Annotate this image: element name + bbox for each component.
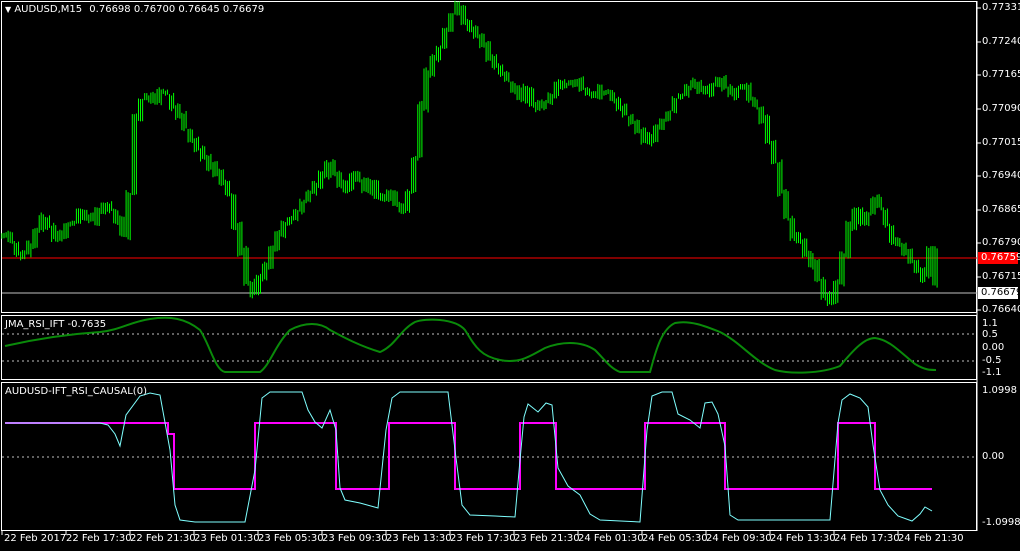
ift-rsi-label: AUDUSD-IFT_RSI_CAUSAL(0) — [5, 386, 147, 397]
main-pane-frame — [1, 1, 977, 313]
time-tick-label: 22 Feb 2017 — [4, 533, 67, 544]
price-tick-label: 0.76640 — [982, 304, 1020, 315]
price-tick-label: 0.77015 — [982, 137, 1020, 148]
price-tick-label: 0.77240 — [982, 36, 1020, 47]
red-line-price-tag: 0.76759 — [978, 252, 1020, 264]
dropdown-arrow-icon[interactable]: ▼ — [5, 5, 11, 14]
price-axis-ticks — [977, 7, 981, 311]
ift-level-label: 0.00 — [982, 451, 1005, 462]
symbol-label: AUDUSD,M15 — [14, 4, 83, 15]
time-tick-label: 24 Feb 17:30 — [834, 533, 900, 544]
price-tick-label: 0.77165 — [982, 69, 1020, 80]
ohlc-label: 0.76698 0.76700 0.76645 0.76679 — [89, 4, 265, 15]
time-tick-label: 24 Feb 21:30 — [898, 533, 964, 544]
time-tick-label: 24 Feb 09:30 — [706, 533, 772, 544]
jma-level-label: 0.00 — [982, 342, 1005, 353]
jma-rsi-label: JMA_RSI_IFT -0.7635 — [5, 319, 107, 330]
chart-canvas — [1, 0, 981, 535]
price-tick-label: 0.77331 — [982, 2, 1020, 13]
time-tick-label: 23 Feb 05:30 — [258, 533, 324, 544]
price-tick-label: 0.76940 — [982, 170, 1020, 181]
ift-level-label: 1.0998 — [982, 385, 1017, 396]
time-tick-label: 23 Feb 01:30 — [194, 533, 260, 544]
price-tick-label: 0.76790 — [982, 237, 1020, 248]
time-tick-label: 22 Feb 17:30 — [66, 533, 132, 544]
price-tick-label: 0.76865 — [982, 204, 1020, 215]
ift-level-label: -1.0998 — [982, 517, 1020, 528]
time-tick-label: 23 Feb 13:30 — [386, 533, 452, 544]
jma-level-label: 0.5 — [982, 329, 998, 340]
time-tick-label: 24 Feb 05:30 — [642, 533, 708, 544]
time-tick-label: 22 Feb 21:30 — [130, 533, 196, 544]
time-tick-label: 24 Feb 01:30 — [578, 533, 644, 544]
time-tick-label: 23 Feb 09:30 — [322, 533, 388, 544]
current-price-tag: 0.76679 — [978, 287, 1020, 299]
price-tick-label: 0.77090 — [982, 103, 1020, 114]
symbol-header: ▼ AUDUSD,M15 0.76698 0.76700 0.76645 0.7… — [5, 4, 264, 16]
time-tick-label: 23 Feb 21:30 — [514, 533, 580, 544]
ift-rsi-magenta-line — [5, 422, 932, 490]
jma-level-label: -1.1 — [982, 367, 1002, 378]
price-tick-label: 0.76715 — [982, 271, 1020, 282]
jma-level-label: -0.5 — [982, 355, 1002, 366]
jma-rsi-ift-line — [4, 316, 937, 374]
time-tick-label: 23 Feb 17:30 — [450, 533, 516, 544]
time-tick-label: 24 Feb 13:30 — [770, 533, 836, 544]
price-candles — [1, 0, 938, 306]
